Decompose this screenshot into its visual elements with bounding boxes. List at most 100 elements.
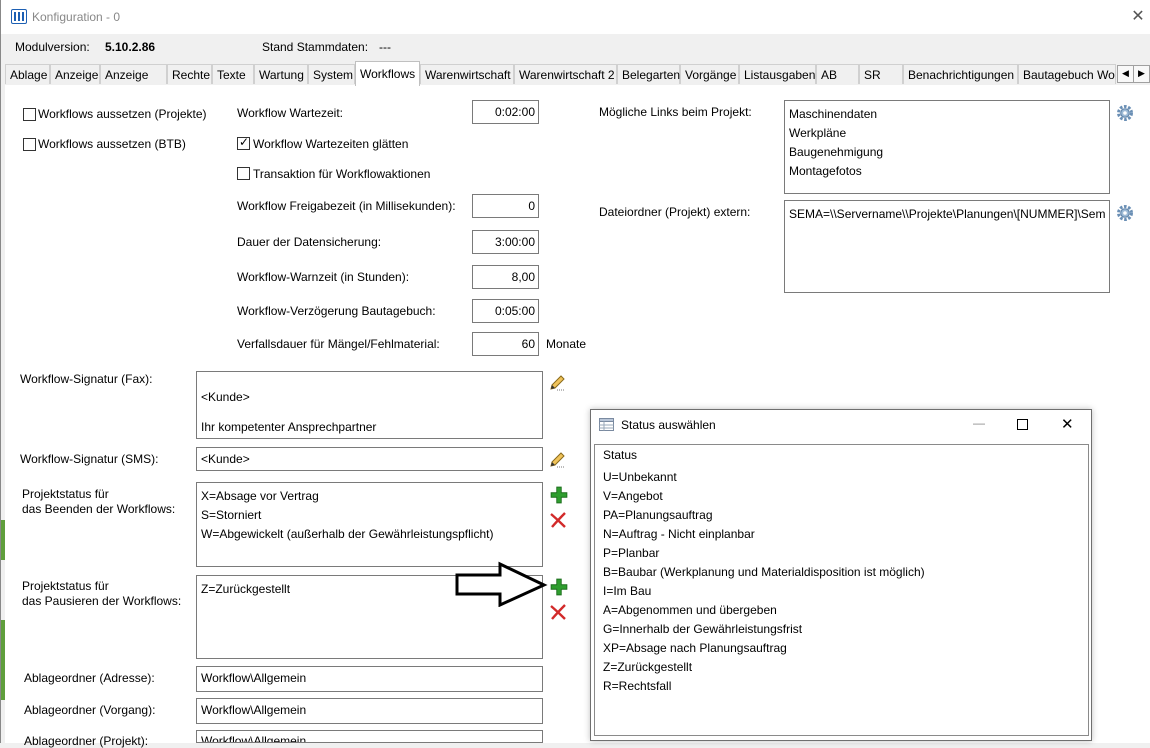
list-item[interactable]: U=Unbekannt [603,470,677,484]
ablage-projekt-label: Ablageordner (Projekt): [24,734,149,748]
checkbox-label-btb: Workflows aussetzen (BTB) [38,137,186,151]
pencil-icon[interactable] [548,374,566,392]
add-icon[interactable] [550,486,568,504]
tab-scroll-right-icon[interactable]: ▶ [1133,65,1150,83]
list-item[interactable]: B=Baubar (Werkplanung und Materialdispos… [603,565,925,579]
verzoegerung-input[interactable]: 0:05:00 [472,299,539,323]
list-item[interactable]: I=Im Bau [603,584,651,598]
list-item[interactable]: A=Abgenommen und übergeben [603,603,777,617]
checkbox-wartezeiten-glaetten[interactable]: ✓ [237,135,250,150]
datensicherung-label: Dauer der Datensicherung: [237,235,382,249]
remove-icon[interactable] [549,511,567,529]
tab-system[interactable]: System [308,64,355,84]
status-beenden-label: Projektstatus für [22,487,109,501]
tab-workflows[interactable]: Workflows [355,61,420,86]
list-item[interactable]: P=Planbar [603,546,659,560]
ablage-vorgang-label: Ablageordner (Vorgang): [24,703,156,717]
tab-anzeige[interactable]: Anzeige [50,64,100,84]
list-item[interactable]: Z=Zurückgestellt [603,660,692,674]
check-icon: ✓ [239,135,250,149]
list-item[interactable]: Baugenehmigung [789,143,1105,162]
status-list-header: Status [603,448,638,462]
signatur-fax-line: <Kunde> [201,390,250,404]
stammdaten-value: --- [379,40,391,54]
links-list[interactable]: Maschinendaten Werkpläne Baugenehmigung … [784,100,1110,194]
status-list[interactable]: Status U=Unbekannt V=Angebot PA=Planungs… [594,444,1089,736]
list-item[interactable]: W=Abgewickelt (außerhalb der Gewährleist… [201,525,538,544]
window-title: Konfiguration - 0 [32,10,121,24]
list-item[interactable]: Montagefotos [789,162,1105,181]
tab-rechte[interactable]: Rechte [167,64,212,84]
wartezeit-input[interactable]: 0:02:00 [472,100,539,124]
signatur-fax-line [201,405,538,420]
close-icon[interactable]: ✕ [1061,415,1074,433]
maximize-icon[interactable] [1017,419,1028,430]
list-item[interactable]: V=Angebot [603,489,663,503]
tab-warenwirtschaft[interactable]: Warenwirtschaft [420,64,514,84]
stammdaten-label: Stand Stammdaten: [262,40,369,54]
list-item[interactable]: N=Auftrag - Nicht einplanbar [603,527,755,541]
dialog-title-bar: Status auswählen — ✕ [591,410,1091,440]
links-label: Mögliche Links beim Projekt: [599,105,752,119]
list-item[interactable]: X=Absage vor Vertrag [201,487,538,506]
list-item[interactable]: R=Rechtsfall [603,679,671,693]
signatur-sms-input[interactable]: <Kunde> [196,447,543,471]
tab-vorgaenge[interactable]: Vorgänge [680,64,739,84]
freigabezeit-label: Workflow Freigabezeit (in Millisekunden)… [237,199,456,213]
background-strip [1,620,5,700]
add-icon[interactable] [550,578,568,596]
tab-texte[interactable]: Texte [212,64,254,84]
verfallsdauer-label: Verfallsdauer für Mängel/Fehlmaterial: [237,337,440,351]
verzoegerung-label: Workflow-Verzögerung Bautagebuch: [237,304,436,318]
list-item[interactable]: Werkpläne [789,124,1105,143]
freigabezeit-input[interactable]: 0 [472,194,539,218]
dateiordner-value: SEMA=\\Servername\\Projekte\Planungen\[N… [789,207,1106,221]
close-icon[interactable]: ✕ [1130,6,1146,26]
signatur-fax-input[interactable]: <Kunde> Ihr kompetenter Ansprechpartner [196,371,543,439]
gear-icon[interactable] [1116,204,1134,222]
list-item[interactable]: XP=Absage nach Planungsauftrag [603,641,787,655]
checkbox-transaktion[interactable] [237,167,250,180]
app-icon [11,9,27,24]
gear-icon[interactable] [1116,104,1134,122]
dateiordner-input[interactable]: SEMA=\\Servername\\Projekte\Planungen\[N… [784,200,1110,293]
verfallsdauer-unit: Monate [546,337,587,351]
verfallsdauer-input[interactable]: 60 [472,332,539,356]
modulversion-value: 5.10.2.86 [105,40,156,54]
list-item[interactable]: Maschinendaten [789,105,1105,124]
tab-wartung[interactable]: Wartung [254,64,308,84]
tab-warenwirtschaft-2[interactable]: Warenwirtschaft 2 [514,64,617,84]
tab-anzeige-2[interactable]: Anzeige (2) [100,64,167,102]
datensicherung-input[interactable]: 3:00:00 [472,230,539,254]
warnzeit-input[interactable]: 8,00 [472,265,539,289]
signatur-fax-line [201,375,538,390]
tab-scroll-left-icon[interactable]: ◀ [1117,65,1134,83]
tab-benachrichtigungen[interactable]: Benachrichtigungen [903,64,1018,84]
tab-ablage[interactable]: Ablage [5,64,50,84]
tab-belegarten[interactable]: Belegarten [617,64,680,84]
dateiordner-label: Dateiordner (Projekt) extern: [599,205,751,219]
minimize-icon[interactable]: — [973,416,985,430]
list-item[interactable]: G=Innerhalb der Gewährleistungsfrist [603,622,802,636]
remove-icon[interactable] [549,603,567,621]
ablage-adresse-input[interactable]: Workflow\Allgemein [196,666,543,692]
status-dialog: Status auswählen — ✕ Status U=Unbekannt … [590,409,1092,741]
ablage-vorgang-input[interactable]: Workflow\Allgemein [196,698,543,724]
list-item[interactable]: S=Storniert [201,506,538,525]
status-beenden-list[interactable]: X=Absage vor Vertrag S=Storniert W=Abgew… [196,482,543,567]
checkbox-workflows-aussetzen-projekte[interactable] [23,108,36,121]
tab-listausgaben[interactable]: Listausgaben [739,64,816,84]
ablage-adresse-label: Ablageordner (Adresse): [24,671,155,685]
checkbox-workflows-aussetzen-btb[interactable] [23,138,36,151]
tab-ab[interactable]: AB [816,64,859,84]
list-item[interactable]: PA=Planungsauftrag [603,508,713,522]
ablage-projekt-input[interactable]: Workflow\Allgemein [196,730,543,743]
tab-sr[interactable]: SR [859,64,903,84]
background-strip [1,520,5,560]
table-icon [599,418,614,431]
pencil-icon[interactable] [548,451,566,469]
modulversion-label: Modulversion: [15,40,90,54]
signatur-fax-line: Ihr kompetenter Ansprechpartner [201,420,377,434]
tab-bautagebuch[interactable]: Bautagebuch Wo [1018,64,1116,84]
konfiguration-window: Konfiguration - 0 ✕ Modulversion: 5.10.2… [0,0,1150,748]
